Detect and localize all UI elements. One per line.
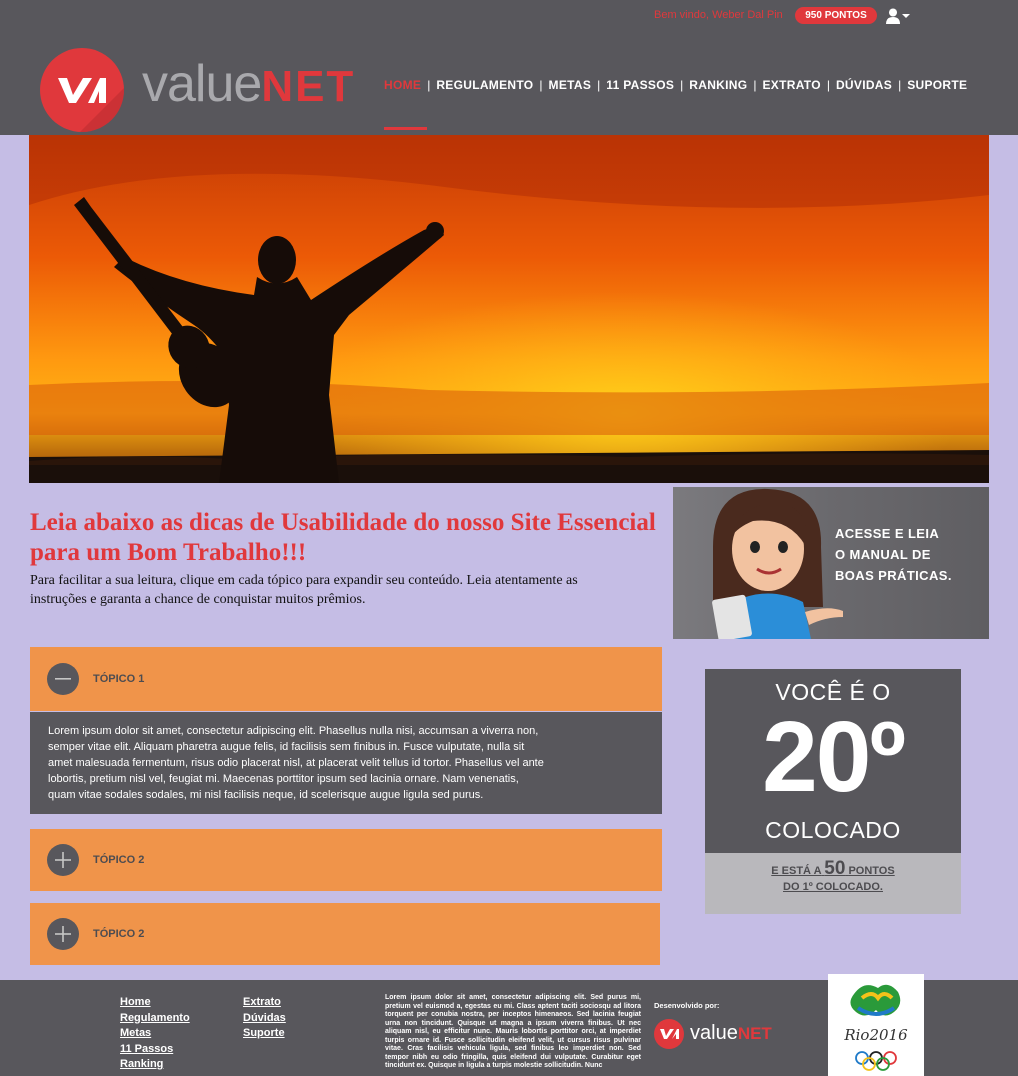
accordion-body-text: Lorem ipsum dolor sit amet, consectetur … xyxy=(48,725,544,801)
valuenet-logo[interactable]: valueNET xyxy=(40,48,380,134)
ranking-position-card[interactable]: VOCÊ É O 20º COLOCADO E ESTÁ A 50 PONTOS… xyxy=(705,669,961,914)
accordion-topic-1-content: Lorem ipsum dolor sit amet, consectetur … xyxy=(30,712,662,814)
expand-plus-icon[interactable] xyxy=(47,844,79,876)
rank-gap-prefix: E ESTÁ A xyxy=(771,865,822,877)
manual-line-1: ACESSE E LEIA xyxy=(835,526,940,541)
footer-link-home[interactable]: Home xyxy=(120,995,190,1011)
logo-wordmark: valueNET xyxy=(142,54,355,114)
rank-position: 20º xyxy=(762,701,906,813)
accordion-topic-2[interactable]: TÓPICO 2 xyxy=(30,829,662,891)
rank-subheading: COLOCADO xyxy=(765,817,901,843)
nav-home[interactable]: HOME xyxy=(384,78,421,92)
footer-lorem-text: Lorem ipsum dolor sit amet, consectetur … xyxy=(385,994,641,1069)
footer-link-ranking[interactable]: Ranking xyxy=(120,1057,190,1073)
rank-gap-points: 50 xyxy=(824,858,846,879)
nav-active-indicator xyxy=(384,127,427,130)
nav-extrato[interactable]: EXTRATO xyxy=(763,78,821,92)
manual-banner[interactable]: ACESSE E LEIA O MANUAL DE BOAS PRÁTICAS. xyxy=(673,487,989,639)
top-header: Bem vindo, Weber Dal Pin 950 PONTOS valu… xyxy=(0,0,1018,135)
footer-valuenet-logo[interactable]: valueNET xyxy=(654,1018,778,1050)
collapse-minus-icon[interactable] xyxy=(47,663,79,695)
intro-description: Para facilitar a sua leitura, clique em … xyxy=(30,573,578,607)
accordion-topic-1-label: TÓPICO 1 xyxy=(93,673,145,685)
nav-separator: | xyxy=(898,78,902,92)
footer-links-col-1: Home Regulamento Metas 11 Passos Ranking xyxy=(120,995,190,1073)
footer-link-regulamento[interactable]: Regulamento xyxy=(120,1011,190,1027)
hero-banner-image xyxy=(29,135,989,483)
footer-link-11-passos[interactable]: 11 Passos xyxy=(120,1042,190,1058)
nav-separator: | xyxy=(539,78,543,92)
nav-separator: | xyxy=(680,78,684,92)
nav-regulamento[interactable]: REGULAMENTO xyxy=(436,78,533,92)
nav-duvidas[interactable]: DÚVIDAS xyxy=(836,78,892,92)
manual-line-3: BOAS PRÁTICAS. xyxy=(835,568,952,583)
nav-separator: | xyxy=(753,78,757,92)
main-nav: HOME | REGULAMENTO | METAS | 11 PASSOS |… xyxy=(384,78,967,92)
accordion-topic-3-label: TÓPICO 2 xyxy=(93,928,145,940)
accordion-topic-3[interactable]: TÓPICO 2 xyxy=(30,903,660,965)
manual-character-illustration xyxy=(712,488,843,639)
nav-11-passos[interactable]: 11 PASSOS xyxy=(606,78,674,92)
footer-logo-net: NET xyxy=(737,1024,772,1043)
nav-separator: | xyxy=(427,78,431,92)
nav-suporte[interactable]: SUPORTE xyxy=(907,78,967,92)
footer-link-metas[interactable]: Metas xyxy=(120,1026,190,1042)
user-menu-icon[interactable] xyxy=(886,8,912,24)
expand-plus-icon[interactable] xyxy=(47,918,79,950)
footer-link-extrato[interactable]: Extrato xyxy=(243,995,286,1011)
footer-logo-value: value xyxy=(690,1022,738,1044)
nav-separator: | xyxy=(597,78,601,92)
rank-gap-suffix: PONTOS xyxy=(848,865,895,877)
rio-2016-logo: Rio2016 xyxy=(828,974,924,1076)
nav-metas[interactable]: METAS xyxy=(549,78,592,92)
logo-net-text: NET xyxy=(261,62,356,111)
nav-separator: | xyxy=(826,78,830,92)
developed-by-label: Desenvolvido por: xyxy=(654,1001,720,1010)
welcome-text: Bem vindo, Weber Dal Pin xyxy=(654,9,783,21)
logo-emblem-icon xyxy=(40,48,124,132)
intro-title: Leia abaixo as dicas de Usabilidade do n… xyxy=(30,509,656,566)
manual-line-2: O MANUAL DE xyxy=(835,547,931,562)
accordion-topic-2-label: TÓPICO 2 xyxy=(93,854,145,866)
footer-links-col-2: Extrato Dúvidas Suporte xyxy=(243,995,286,1042)
accordion-topic-1[interactable]: TÓPICO 1 xyxy=(30,647,662,711)
manual-banner-text: ACESSE E LEIA O MANUAL DE BOAS PRÁTICAS. xyxy=(835,523,952,586)
svg-text:Rio2016: Rio2016 xyxy=(843,1026,908,1044)
footer-link-duvidas[interactable]: Dúvidas xyxy=(243,1011,286,1027)
logo-value-text: value xyxy=(142,55,262,113)
nav-ranking[interactable]: RANKING xyxy=(689,78,747,92)
rank-gap-line2: DO 1º COLOCADO. xyxy=(783,881,883,893)
points-badge[interactable]: 950 PONTOS xyxy=(795,7,877,24)
footer-link-suporte[interactable]: Suporte xyxy=(243,1026,286,1042)
rank-points-gap: E ESTÁ A 50 PONTOS DO 1º COLOCADO. xyxy=(705,853,961,914)
